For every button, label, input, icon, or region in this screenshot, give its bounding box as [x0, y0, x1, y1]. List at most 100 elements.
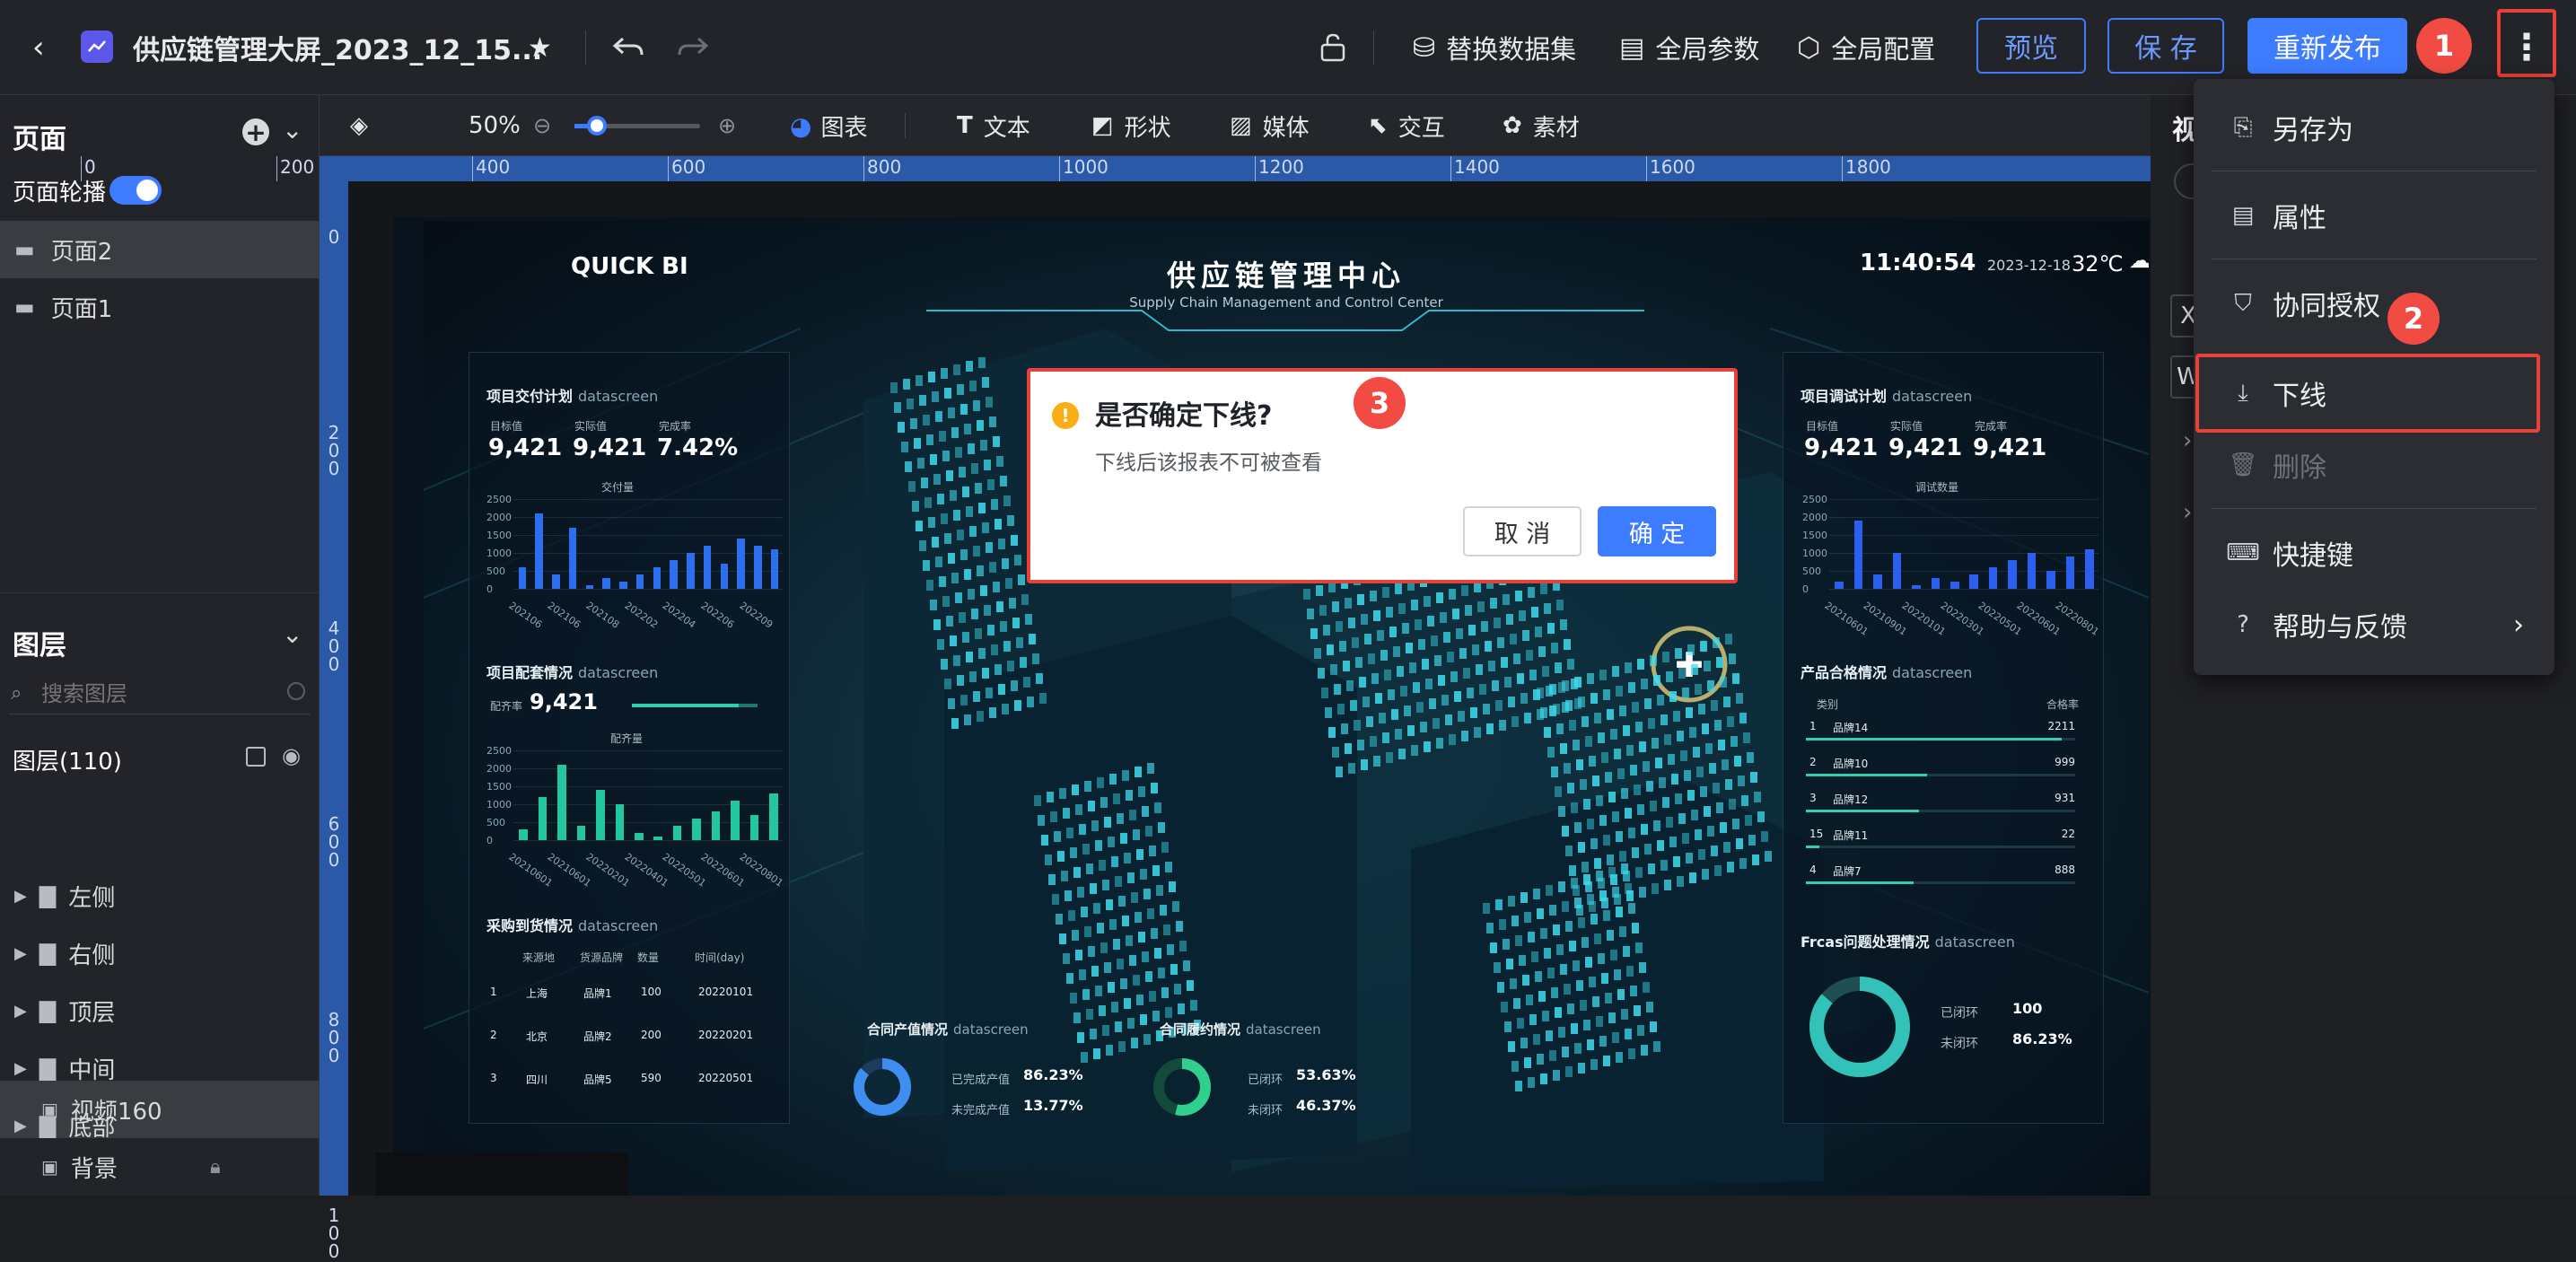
building-window [1398, 603, 1406, 614]
lock-icon[interactable]: 🔒︎ [210, 1156, 221, 1179]
building-window [1727, 716, 1734, 727]
chevron-down-icon[interactable]: ⌄ [282, 115, 302, 145]
save-button[interactable]: 保 存 [2107, 18, 2224, 74]
layer-group[interactable]: ▶ ▇ 中间 [0, 1039, 320, 1097]
star-icon[interactable]: ★ [528, 0, 552, 95]
layer-group[interactable]: ▶ ▇ 右侧 [0, 925, 320, 982]
replace-dataset-button[interactable]: ⛁ 替换数据集 [1413, 0, 1576, 95]
building-window [1625, 808, 1632, 819]
building-window [1528, 587, 1535, 598]
page-item-2[interactable]: ▬ 页面2 [0, 221, 320, 278]
page-item-1[interactable]: ▬ 页面1 [0, 278, 320, 336]
zoom-in-icon[interactable]: ⊕ [718, 95, 736, 156]
zoom-out-icon[interactable]: ⊖ [533, 95, 551, 156]
material-tool[interactable]: ✿ 素材 [1503, 95, 1580, 156]
building-window [1590, 838, 1598, 849]
building-window [1669, 691, 1677, 702]
caret-right-icon: ▶ [14, 1116, 27, 1135]
building-window [1729, 653, 1736, 664]
building-window [948, 698, 955, 709]
text-tool[interactable]: T 文本 [957, 95, 1030, 156]
confirm-button[interactable]: 确 定 [1598, 506, 1716, 557]
building-window [1655, 758, 1662, 768]
preview-button[interactable]: 预览 [1976, 18, 2086, 74]
layer-search-input[interactable] [41, 680, 275, 709]
building-window [1562, 901, 1569, 912]
building-window [994, 664, 1002, 675]
building-window [1459, 648, 1467, 659]
building-window [1705, 743, 1713, 754]
bar [518, 567, 527, 589]
global-params-button[interactable]: ▤ 全局参数 [1619, 0, 1759, 95]
collapse-all-icon[interactable] [246, 747, 266, 767]
layer-search[interactable]: ⌕ [9, 677, 311, 714]
rate-label: 完成率 [659, 420, 692, 433]
building-window [1100, 942, 1108, 953]
cancel-button[interactable]: 取 消 [1463, 506, 1582, 557]
building-window [1652, 738, 1659, 749]
building-window [964, 714, 971, 725]
eye-icon[interactable]: ◉ [282, 743, 301, 768]
building-window [978, 648, 986, 659]
building-window [1389, 627, 1397, 637]
y-tick-label: 1000 [1802, 548, 1827, 559]
progress-fill [1806, 774, 1927, 776]
layers-stack-icon[interactable]: ◈ [350, 95, 368, 156]
chevron-right-icon[interactable]: › [2183, 427, 2192, 454]
interact-tool[interactable]: ⬉ 交互 [1368, 95, 1445, 156]
layer-group[interactable]: ▶ ▇ 左侧 [0, 867, 320, 925]
dashboard-preview[interactable]: ✚ QUICK BI 供应链管理中心 Supply Chain Manageme… [424, 221, 2149, 1196]
global-config-button[interactable]: ⬡ 全局配置 [1797, 0, 1935, 95]
zoom-slider[interactable] [574, 116, 700, 136]
media-tool[interactable]: ▨ 媒体 [1230, 95, 1310, 156]
chevron-down-icon[interactable]: ⌄ [282, 619, 302, 649]
building-window [1725, 779, 1732, 790]
chevron-right-icon[interactable]: › [2183, 499, 2192, 526]
building-window [1048, 874, 1056, 885]
add-page-icon[interactable]: + [242, 118, 269, 147]
building-window [960, 404, 968, 415]
menu-item-collaborate[interactable]: ⛉ 协同授权 [2194, 271, 2554, 336]
table-cell: 品牌1 [583, 987, 612, 1000]
global-params-label: 全局参数 [1655, 34, 1760, 65]
republish-button[interactable]: 重新发布 [2247, 18, 2407, 74]
lock-icon[interactable] [1319, 0, 1346, 95]
target-label: 目标值 [1806, 420, 1839, 433]
building-window [1612, 811, 1619, 822]
building-window [1072, 930, 1079, 941]
building-window [973, 546, 980, 557]
menu-item-offline[interactable]: ⤓ 下线 [2194, 361, 2554, 425]
layer-group[interactable]: ▶ ▇ 顶层 [0, 982, 320, 1039]
menu-item-delete[interactable]: 🗑︎ 删除 [2194, 433, 2554, 497]
menu-item-properties[interactable]: ▤ 属性 [2194, 183, 2554, 248]
building-window [1370, 736, 1377, 747]
building-window [978, 503, 986, 513]
menu-item-shortcuts[interactable]: ⌨ 快捷键 [2194, 521, 2554, 585]
menu-item-help[interactable]: ? 帮助与反馈 › [2194, 592, 2554, 657]
building-window [1472, 644, 1479, 655]
building-window [955, 447, 962, 458]
undo-icon[interactable] [612, 0, 644, 95]
building-window [1093, 903, 1100, 914]
step-badge-1: 1 [2416, 18, 2472, 74]
table-row: 2 北京 品牌2 200 20220201 [486, 1029, 783, 1050]
back-icon[interactable]: ‹ [32, 0, 45, 95]
redo-icon[interactable] [677, 0, 709, 95]
shape-tool[interactable]: ◩ 形状 [1091, 95, 1171, 156]
layer-group[interactable]: ▶ ▇ 底部 [0, 1097, 320, 1154]
building-window [1562, 1047, 1569, 1057]
building-window [1608, 1012, 1616, 1023]
building-window [1612, 666, 1619, 677]
zoom-slider-handle[interactable] [587, 116, 607, 136]
canvas-minimap[interactable] [375, 1152, 628, 1196]
completed-value: 86.23% [1023, 1066, 1083, 1083]
building-window [1450, 671, 1458, 682]
building-window [1580, 779, 1587, 790]
quality-list: 1 品牌14 2211 2 品牌10 999 3 品牌12 931 15 品牌11 22 4 品牌7 888 [1806, 720, 2075, 884]
y-tick-label: 1500 [486, 781, 512, 793]
building-window [1603, 689, 1610, 700]
bar [1853, 521, 1863, 589]
carousel-toggle[interactable] [110, 176, 162, 205]
chart-tool[interactable]: ◕ 图表 [790, 95, 867, 156]
menu-item-save-as[interactable]: ⎘ 另存为 [2194, 95, 2554, 160]
